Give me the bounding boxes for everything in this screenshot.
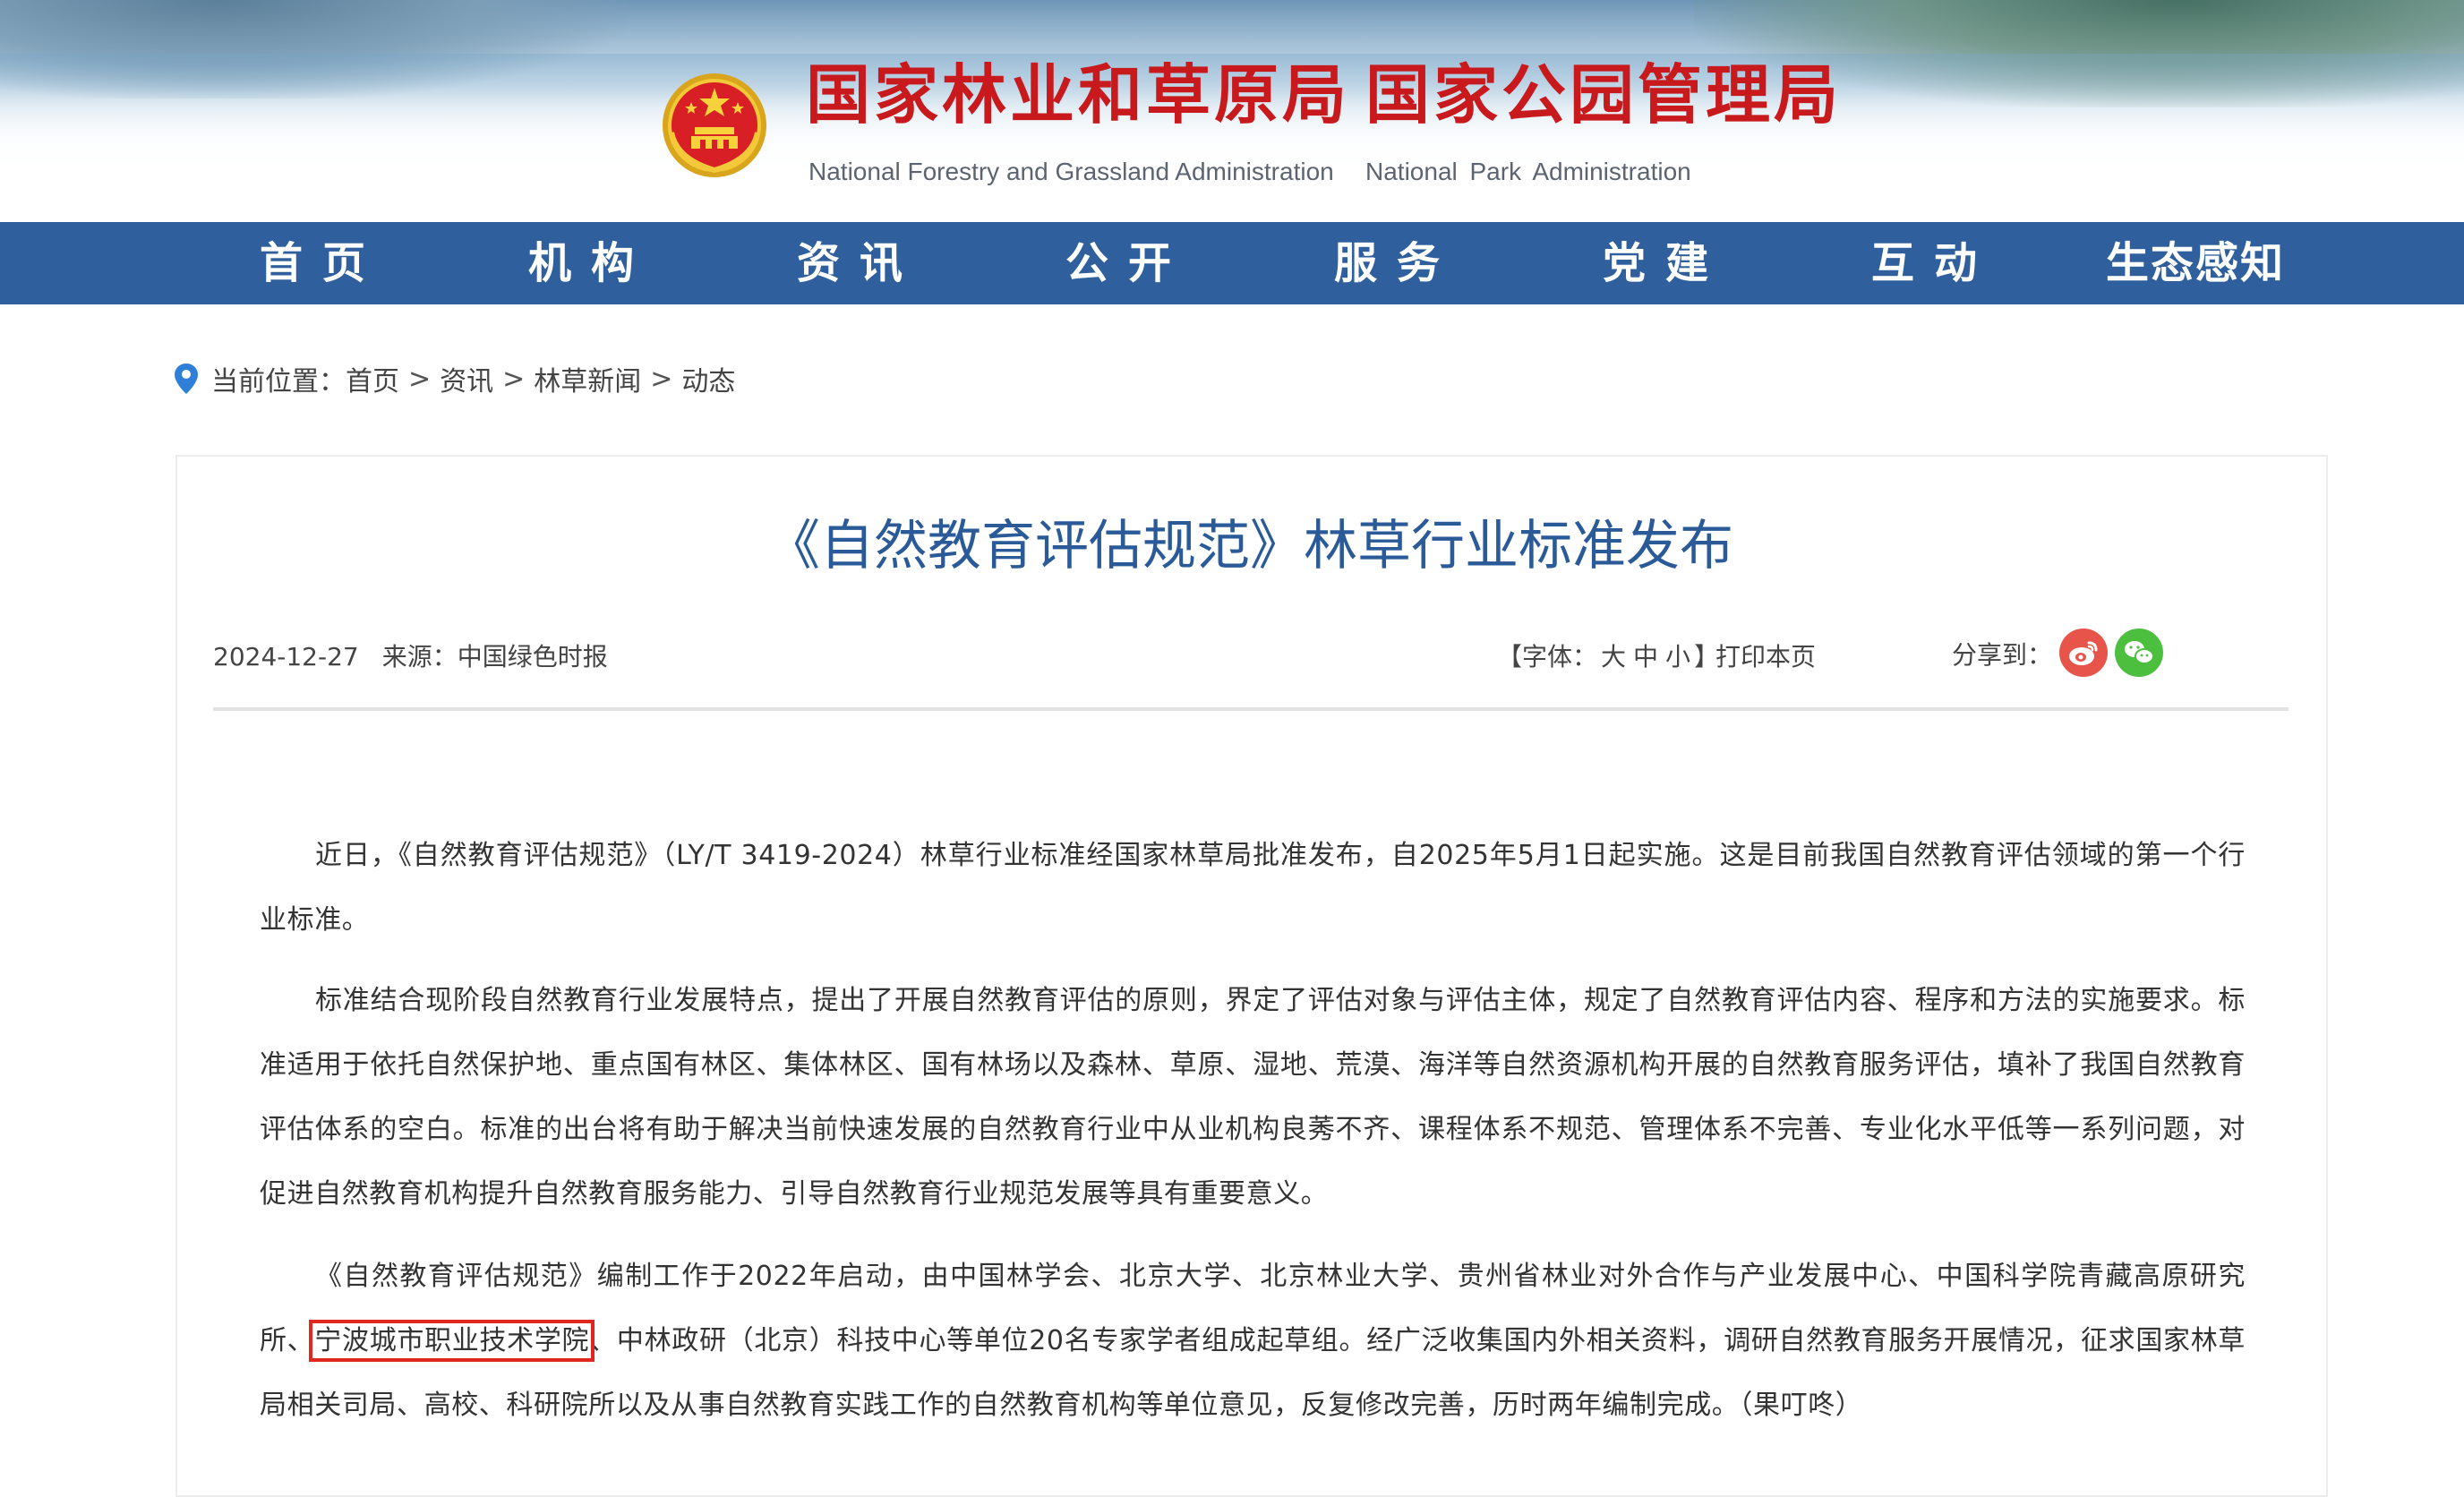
nav-item-services[interactable]: 服务 bbox=[1334, 222, 1459, 304]
share-label: 分享到： bbox=[1952, 640, 2053, 670]
main-nav: 首页 机构 资讯 公开 服务 党建 互动 生态感知 bbox=[0, 222, 2464, 304]
nav-item-party[interactable]: 党建 bbox=[1603, 222, 1728, 304]
wechat-share-button[interactable] bbox=[2115, 629, 2163, 677]
font-size-label-prefix: 【字体： bbox=[1497, 642, 1598, 672]
nav-item-institutions[interactable]: 机构 bbox=[528, 222, 654, 304]
article-paragraph-1: 近日，《自然教育评估规范》（LY/T 3419-2024）林草行业标准经国家林草… bbox=[260, 840, 2246, 936]
article-source: 来源：中国绿色时报 bbox=[381, 642, 608, 672]
article-paragraph-2: 标准结合现阶段自然教育行业发展特点，提出了开展自然教育评估的原则，界定了评估对象… bbox=[260, 985, 2246, 1210]
breadcrumb-updates[interactable]: 动态 bbox=[681, 359, 735, 398]
wechat-icon bbox=[2125, 641, 2154, 664]
breadcrumb-home[interactable]: 首页 bbox=[346, 359, 399, 398]
font-size-small-button[interactable]: 小 bbox=[1665, 642, 1690, 672]
nav-item-disclosure[interactable]: 公开 bbox=[1065, 222, 1191, 304]
font-size-large-button[interactable]: 大 bbox=[1601, 642, 1626, 672]
national-emblem-icon bbox=[663, 73, 766, 177]
breadcrumb-separator: > bbox=[650, 363, 673, 395]
breadcrumb-separator: > bbox=[502, 363, 526, 395]
location-pin-icon bbox=[175, 364, 198, 394]
nav-item-news[interactable]: 资讯 bbox=[797, 222, 922, 304]
org-name-park-en: National Park Administration bbox=[1365, 158, 1691, 185]
article-paragraph-3: 《自然教育评估规范》编制工作于2022年启动，由中国林学会、北京大学、北京林业大… bbox=[260, 1245, 2246, 1438]
breadcrumb-separator: > bbox=[408, 363, 432, 395]
font-size-control: 【字体：大中小】 bbox=[1497, 637, 1719, 673]
nav-item-interaction[interactable]: 互动 bbox=[1871, 222, 1997, 304]
breadcrumb-forestry-news[interactable]: 林草新闻 bbox=[534, 359, 641, 398]
org-name-forestry-en: National Forestry and Grassland Administ… bbox=[808, 158, 1334, 185]
article-meta: 2024-12-27 来源：中国绿色时报 bbox=[213, 637, 608, 673]
highlighted-institution: 宁波城市职业技术学院 bbox=[309, 1320, 595, 1362]
article-date: 2024-12-27 bbox=[213, 642, 359, 672]
title-divider bbox=[213, 707, 2289, 711]
breadcrumb: 当前位置： 首页 > 资讯 > 林草新闻 > 动态 bbox=[174, 358, 735, 399]
nav-item-eco-perception[interactable]: 生态感知 bbox=[2106, 222, 2285, 304]
org-name-forestry: 国家林业和草原局 bbox=[806, 56, 1351, 133]
org-name-park: 国家公园管理局 bbox=[1365, 56, 1843, 133]
breadcrumb-news[interactable]: 资讯 bbox=[440, 359, 493, 398]
breadcrumb-label: 当前位置： bbox=[211, 366, 346, 398]
weibo-icon bbox=[2069, 641, 2098, 665]
print-page-link[interactable]: 打印本页 bbox=[1715, 637, 1816, 673]
font-size-medium-button[interactable]: 中 bbox=[1633, 642, 1658, 672]
nav-item-home[interactable]: 首页 bbox=[260, 222, 385, 304]
article-title: 《自然教育评估规范》林草行业标准发布 bbox=[766, 515, 1733, 577]
weibo-share-button[interactable] bbox=[2059, 629, 2108, 677]
